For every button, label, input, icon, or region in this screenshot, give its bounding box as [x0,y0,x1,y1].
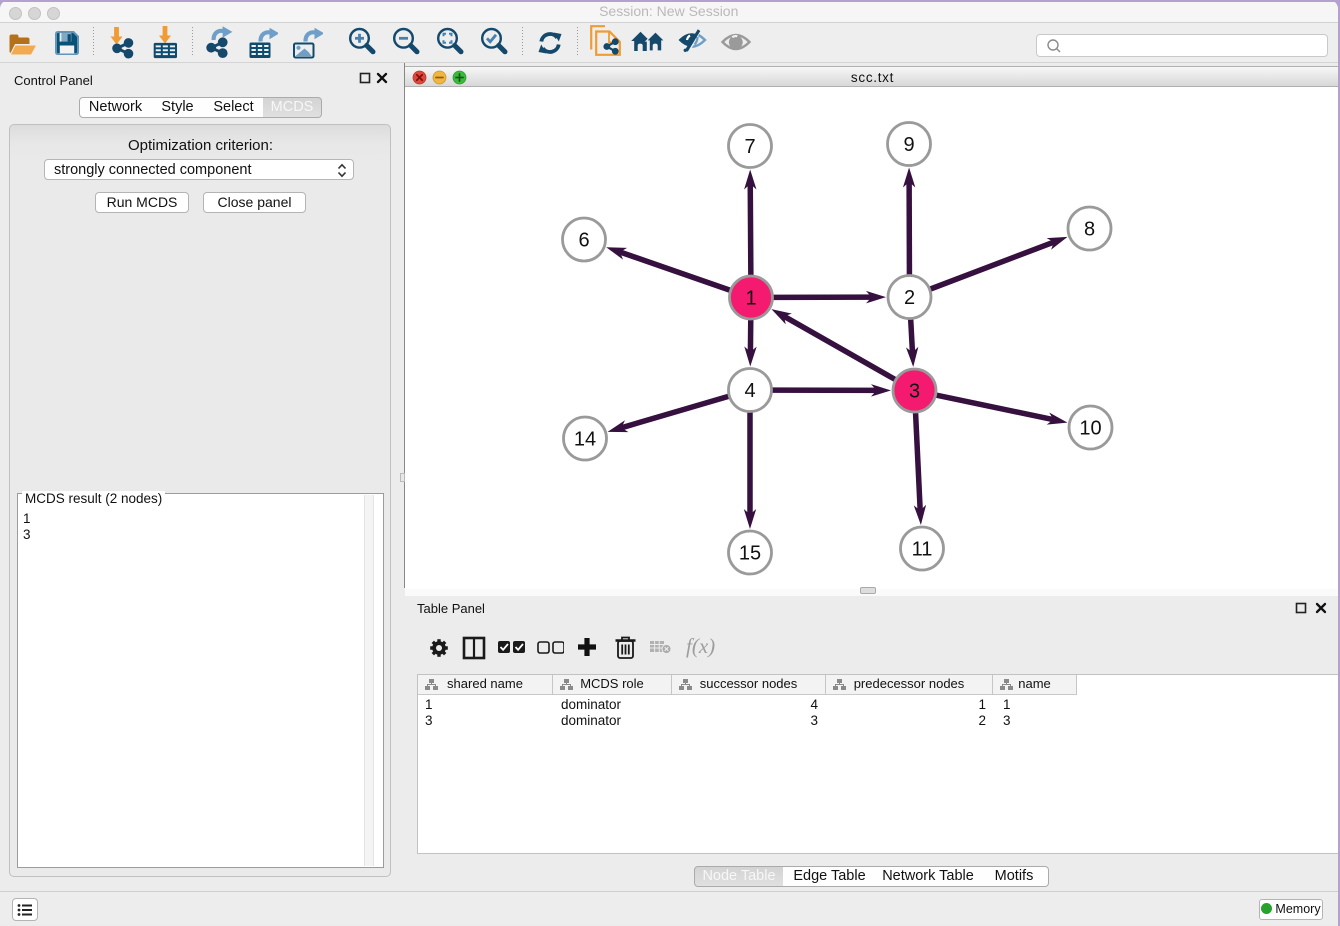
svg-text:2: 2 [904,287,915,309]
svg-text:11: 11 [912,539,933,561]
svg-text:1: 1 [745,288,756,310]
svg-text:4: 4 [744,380,755,402]
svg-text:3: 3 [909,381,920,403]
svg-text:7: 7 [744,136,755,158]
svg-text:14: 14 [574,429,596,451]
svg-text:15: 15 [739,543,761,565]
svg-text:9: 9 [903,134,914,156]
svg-text:6: 6 [578,230,589,252]
svg-text:10: 10 [1079,418,1101,440]
svg-text:8: 8 [1084,219,1095,241]
